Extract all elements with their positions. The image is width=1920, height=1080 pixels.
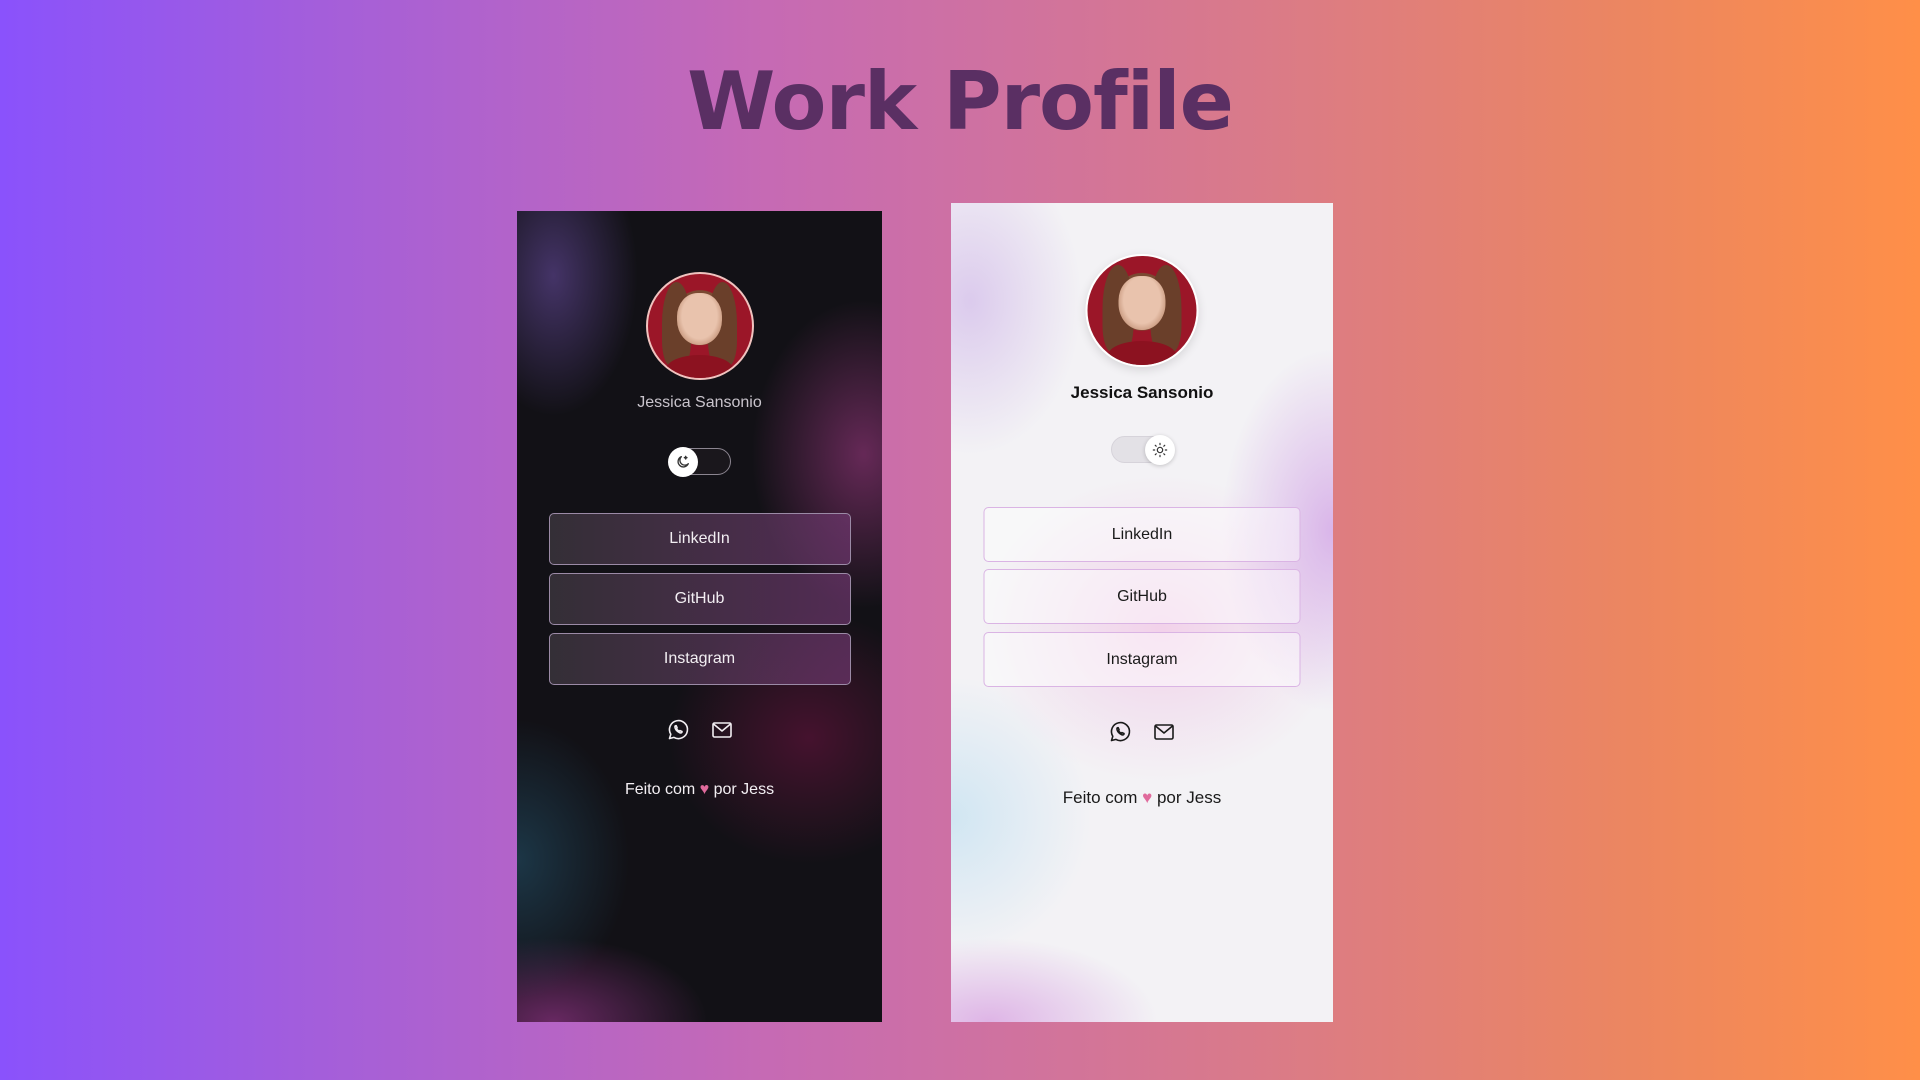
- avatar: [645, 272, 754, 380]
- footer-prefix: Feito com: [624, 781, 696, 798]
- profile-name: Jessica Sansonio: [1070, 383, 1214, 402]
- whatsapp-icon[interactable]: [1108, 720, 1132, 744]
- sun-icon: [1145, 434, 1175, 465]
- github-button[interactable]: GitHub: [548, 573, 851, 625]
- footer-suffix: por Jess: [713, 781, 775, 798]
- avatar: [1085, 254, 1199, 367]
- github-button[interactable]: GitHub: [983, 569, 1301, 624]
- contact-icons: [666, 718, 734, 742]
- linkedin-button[interactable]: LinkedIn: [548, 513, 851, 565]
- footer-credit: Feito com ♥ por Jess: [951, 788, 1333, 808]
- theme-toggle[interactable]: [667, 446, 731, 477]
- theme-toggle[interactable]: [1111, 434, 1175, 465]
- profile-card-dark: Jessica Sansonio LinkedIn GitHub Instagr…: [517, 211, 882, 1022]
- profile-card-light: Jessica Sansonio LinkedIn GitHub Instagr…: [951, 203, 1333, 1022]
- page-title: Work Profile: [687, 55, 1234, 148]
- instagram-button[interactable]: Instagram: [983, 632, 1301, 687]
- footer-credit: Feito com ♥ por Jess: [517, 781, 882, 799]
- whatsapp-icon[interactable]: [666, 718, 690, 742]
- mail-icon[interactable]: [710, 718, 734, 742]
- instagram-button[interactable]: Instagram: [548, 633, 851, 685]
- heart-icon: ♥: [1142, 788, 1153, 807]
- moon-icon: [667, 446, 698, 477]
- contact-icons: [1108, 720, 1176, 744]
- heart-icon: ♥: [699, 781, 710, 798]
- linkedin-button[interactable]: LinkedIn: [983, 507, 1301, 562]
- footer-prefix: Feito com: [1062, 788, 1138, 807]
- profile-name: Jessica Sansonio: [637, 394, 762, 411]
- mail-icon[interactable]: [1152, 720, 1176, 744]
- footer-suffix: por Jess: [1156, 788, 1222, 807]
